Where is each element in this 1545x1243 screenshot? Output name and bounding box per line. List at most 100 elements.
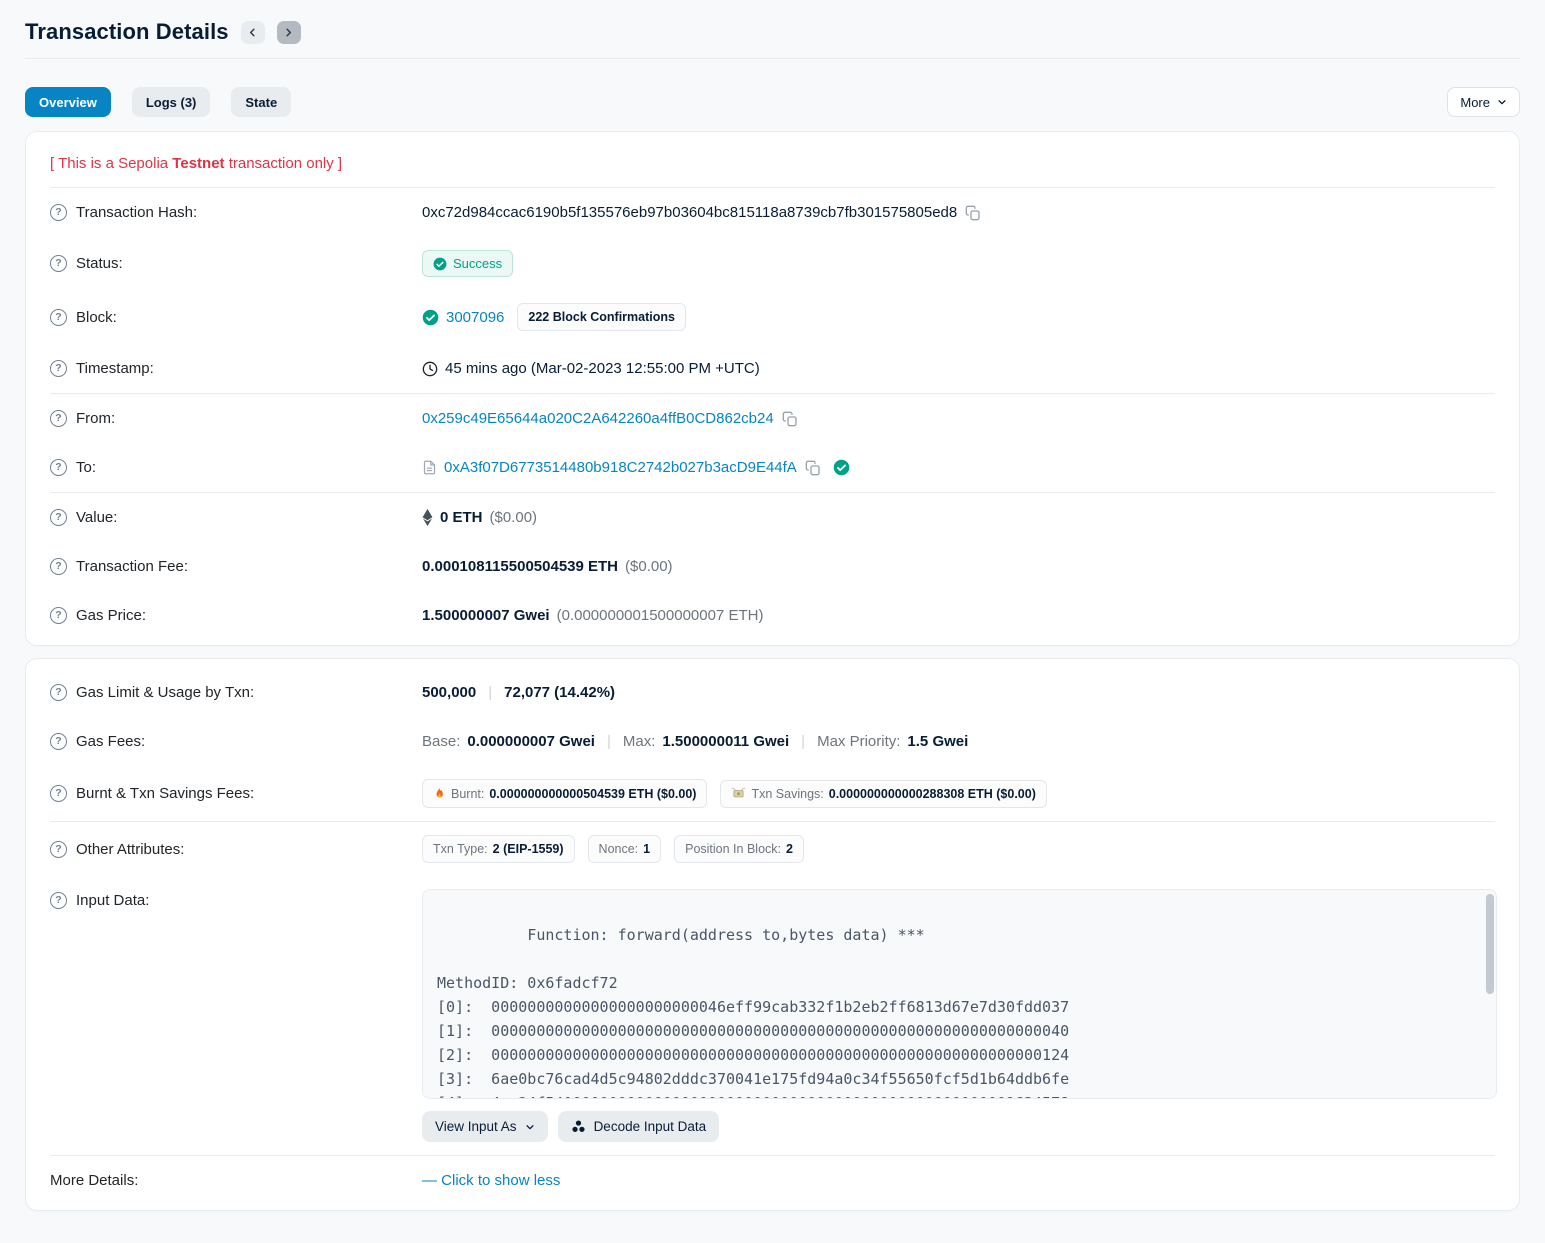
- base-fee-value: 0.000000007 Gwei: [467, 733, 595, 750]
- help-icon[interactable]: ?: [50, 785, 67, 802]
- previous-transaction-button[interactable]: [241, 21, 265, 44]
- input-data-textarea[interactable]: Function: forward(address to,bytes data)…: [422, 889, 1497, 1099]
- block-row: ? Block: 3007096 222 Block Confirmations: [50, 290, 1495, 344]
- transaction-hash-label: ? Transaction Hash:: [50, 204, 422, 221]
- gas-usage-value: 72,077 (14.42%): [504, 684, 615, 701]
- value-row: ? Value: 0 ETH ($0.00): [50, 493, 1495, 542]
- gas-fees-row: ? Gas Fees: Base: 0.000000007 Gwei | Max…: [50, 717, 1495, 766]
- page: Transaction Details Overview Logs (3) St…: [0, 0, 1545, 1243]
- more-button[interactable]: More: [1447, 87, 1520, 117]
- page-title: Transaction Details: [25, 19, 229, 45]
- transaction-fee-row: ? Transaction Fee: 0.000108115500504539 …: [50, 542, 1495, 591]
- tabs-row: Overview Logs (3) State More: [25, 87, 1520, 117]
- pipe-separator: |: [796, 733, 810, 750]
- help-icon[interactable]: ?: [50, 892, 67, 909]
- tab-overview[interactable]: Overview: [25, 87, 111, 117]
- max-priority-fee-value: 1.5 Gwei: [907, 733, 968, 750]
- copy-icon: [782, 411, 798, 427]
- copy-transaction-hash-button[interactable]: [964, 205, 982, 221]
- help-icon[interactable]: ?: [50, 459, 67, 476]
- burnt-label: Burnt:: [451, 787, 484, 801]
- to-address-link[interactable]: 0xA3f07D6773514480b918C2742b027b3acD9E44…: [444, 459, 797, 476]
- transaction-fee-eth: 0.000108115500504539 ETH: [422, 558, 618, 575]
- txn-type-label: Txn Type:: [433, 842, 488, 856]
- block-number-link[interactable]: 3007096: [446, 309, 504, 326]
- gas-price-eth: (0.000000001500000007 ETH): [557, 607, 764, 624]
- tab-logs[interactable]: Logs (3): [132, 87, 211, 117]
- help-icon[interactable]: ?: [50, 558, 67, 575]
- help-icon[interactable]: ?: [50, 841, 67, 858]
- contract-file-icon: [422, 460, 437, 475]
- tab-state[interactable]: State: [231, 87, 291, 117]
- help-icon[interactable]: ?: [50, 684, 67, 701]
- help-icon[interactable]: ?: [50, 204, 67, 221]
- more-details-label: More Details:: [50, 1172, 422, 1189]
- testnet-notice-bold: Testnet: [172, 155, 224, 172]
- help-icon[interactable]: ?: [50, 509, 67, 526]
- help-icon[interactable]: ?: [50, 309, 67, 326]
- timestamp-label: ? Timestamp:: [50, 360, 422, 377]
- burnt-value: 0.000000000000504539 ETH ($0.00): [489, 787, 696, 801]
- position-in-block-label: Position In Block:: [685, 842, 781, 856]
- next-transaction-button[interactable]: [277, 21, 301, 44]
- more-details-row: More Details: — Click to show less: [50, 1156, 1495, 1205]
- show-less-link[interactable]: — Click to show less: [422, 1172, 560, 1189]
- position-in-block-value: 2: [786, 842, 793, 856]
- pipe-separator: |: [602, 733, 616, 750]
- burnt-savings-label: ? Burnt & Txn Savings Fees:: [50, 785, 422, 802]
- from-address-link[interactable]: 0x259c49E65644a020C2A642260a4ffB0CD862cb…: [422, 410, 774, 427]
- header-divider: [25, 58, 1520, 59]
- pipe-separator: |: [483, 684, 497, 701]
- other-attributes-row: ? Other Attributes: Txn Type: 2 (EIP-155…: [50, 822, 1495, 876]
- gas-limit-value: 500,000: [422, 684, 476, 701]
- eth-diamond-icon: [422, 509, 433, 526]
- burnt-fees-badge: Burnt: 0.000000000000504539 ETH ($0.00): [422, 779, 707, 808]
- status-row: ? Status: Success: [50, 237, 1495, 290]
- testnet-notice-prefix: [ This is a Sepolia: [50, 155, 172, 172]
- txn-savings-badge: Txn Savings: 0.000000000000288308 ETH ($…: [720, 780, 1046, 808]
- gas-price-label: ? Gas Price:: [50, 607, 422, 624]
- max-fee-value: 1.500000011 Gwei: [662, 733, 789, 750]
- input-data-area: Function: forward(address to,bytes data)…: [422, 889, 1497, 1142]
- input-data-row: ? Input Data: Function: forward(address …: [50, 876, 1495, 1155]
- from-row: ? From: 0x259c49E65644a020C2A642260a4ffB…: [50, 394, 1495, 443]
- testnet-notice-suffix: transaction only ]: [225, 155, 343, 172]
- money-wings-icon: [731, 787, 746, 800]
- view-input-as-button[interactable]: View Input As: [422, 1111, 548, 1142]
- input-actions: View Input As Decode Input Data: [422, 1111, 1497, 1142]
- value-label: ? Value:: [50, 509, 422, 526]
- timestamp-value: 45 mins ago (Mar-02-2023 12:55:00 PM +UT…: [445, 360, 760, 377]
- scrollbar-track[interactable]: [1486, 892, 1494, 1096]
- chevron-down-icon: [525, 1122, 535, 1132]
- help-icon[interactable]: ?: [50, 410, 67, 427]
- value-eth: 0 ETH: [440, 509, 483, 526]
- flame-icon: [433, 786, 446, 801]
- txn-savings-value: 0.000000000000288308 ETH ($0.00): [829, 787, 1036, 801]
- to-label: ? To:: [50, 459, 422, 476]
- decode-icon: [571, 1119, 586, 1134]
- testnet-notice: [ This is a Sepolia Testnet transaction …: [50, 137, 1495, 187]
- from-label: ? From:: [50, 410, 422, 427]
- max-priority-fee-label: Max Priority:: [817, 733, 900, 750]
- check-circle-icon: [422, 309, 439, 326]
- gas-price-row: ? Gas Price: 1.500000007 Gwei (0.0000000…: [50, 591, 1495, 640]
- transaction-fee-label: ? Transaction Fee:: [50, 558, 422, 575]
- resize-handle-icon[interactable]: [1484, 1086, 1495, 1097]
- decode-input-data-button[interactable]: Decode Input Data: [558, 1111, 720, 1142]
- chevron-down-icon: [1497, 97, 1507, 107]
- help-icon[interactable]: ?: [50, 607, 67, 624]
- timestamp-row: ? Timestamp: 45 mins ago (Mar-02-2023 12…: [50, 344, 1495, 393]
- transaction-fee-usd: ($0.00): [625, 558, 673, 575]
- help-icon[interactable]: ?: [50, 733, 67, 750]
- transaction-hash-row: ? Transaction Hash: 0xc72d984ccac6190b5f…: [50, 188, 1495, 237]
- txn-type-badge: Txn Type: 2 (EIP-1559): [422, 835, 575, 863]
- chevron-left-icon: [247, 27, 258, 38]
- txn-savings-label: Txn Savings:: [751, 787, 823, 801]
- help-icon[interactable]: ?: [50, 255, 67, 272]
- copy-to-address-button[interactable]: [804, 460, 822, 476]
- help-icon[interactable]: ?: [50, 360, 67, 377]
- scrollbar-thumb[interactable]: [1486, 894, 1494, 994]
- burnt-savings-row: ? Burnt & Txn Savings Fees: Burnt: 0.000…: [50, 766, 1495, 821]
- input-data-content: Function: forward(address to,bytes data)…: [437, 926, 1069, 1099]
- copy-from-address-button[interactable]: [781, 411, 799, 427]
